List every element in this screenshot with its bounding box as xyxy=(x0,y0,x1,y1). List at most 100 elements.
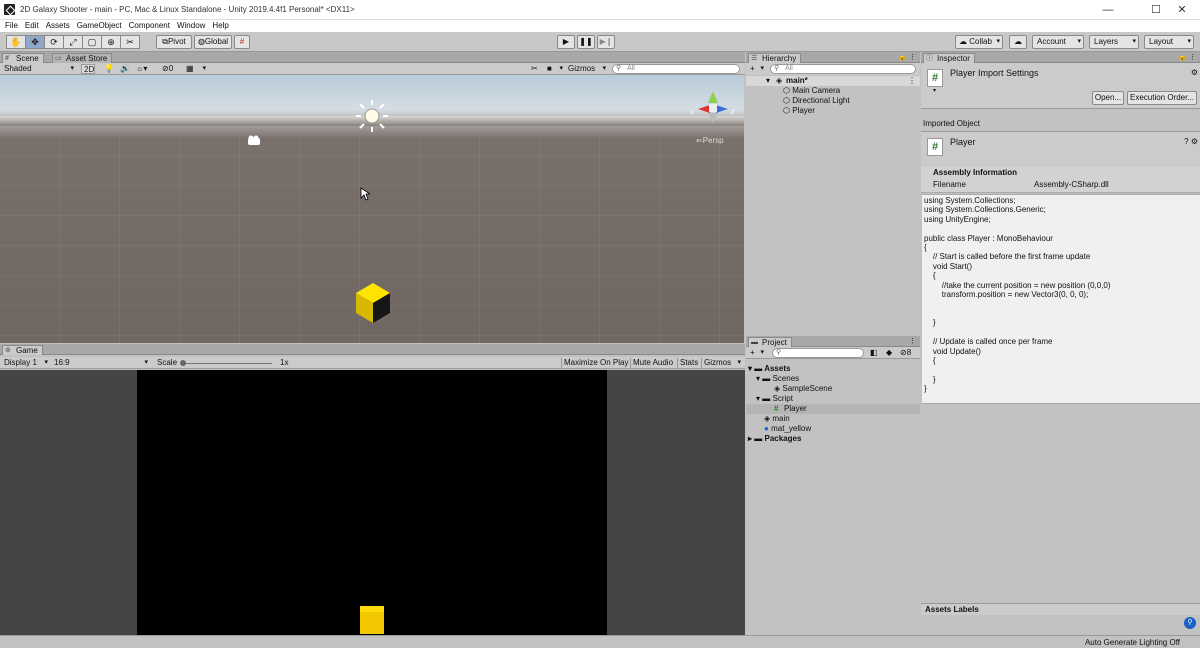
aspect-dropdown[interactable]: 16:9 xyxy=(52,358,150,368)
hierarchy-item-player[interactable]: ⬡ Player xyxy=(783,106,815,116)
help-settings-icons[interactable]: ? ⚙ xyxy=(1184,137,1198,146)
main-scene-item[interactable]: ◈ main xyxy=(764,414,790,424)
tab-asset-store[interactable]: ▭ Asset Store xyxy=(52,53,113,63)
2d-toggle[interactable]: 2D xyxy=(81,64,95,74)
hierarchy-menu-icon[interactable]: 🔒 ⋮ xyxy=(898,53,916,61)
tab-game[interactable]: ⊚ Game xyxy=(2,345,43,355)
menu-gameobject[interactable]: GameObject xyxy=(77,20,122,32)
maximize-on-play-toggle[interactable]: Maximize On Play xyxy=(561,358,630,368)
open-button[interactable]: Open... xyxy=(1092,91,1124,105)
layout-dropdown[interactable]: Layout xyxy=(1144,35,1194,49)
play-button[interactable]: ▶ xyxy=(557,35,575,49)
hand-tool-icon[interactable]: ✋ xyxy=(6,35,26,49)
custom-tool-icon[interactable]: ✂ xyxy=(120,35,140,49)
gameobject-icon: ⬡ xyxy=(783,86,790,95)
execution-order-button[interactable]: Execution Order... xyxy=(1127,91,1197,105)
scale-slider[interactable] xyxy=(180,358,275,368)
camera-dropdown[interactable]: ■ xyxy=(545,64,565,74)
gizmos-dropdown[interactable]: Gizmos xyxy=(566,64,608,74)
sample-scene-item[interactable]: ◈ SampleScene xyxy=(774,384,832,394)
assets-folder[interactable]: ▾ ▬ Assets xyxy=(748,364,790,374)
settings-gear-icon[interactable]: ⚙ xyxy=(1191,68,1198,77)
script-folder[interactable]: ▾ ▬ Script xyxy=(756,394,793,404)
project-toolbar: + ⚲ ◧ ◆ ⊘8 xyxy=(746,347,920,359)
hierarchy-search-input[interactable]: ⚲ All xyxy=(770,64,916,74)
hierarchy-icon: ☰ xyxy=(751,55,758,62)
game-view[interactable] xyxy=(0,370,745,648)
packages-folder[interactable]: ▸ ▬ Packages xyxy=(748,434,801,444)
pivot-button[interactable]: ⧉Pivot xyxy=(156,35,192,49)
step-button[interactable]: ▶❙ xyxy=(597,35,615,49)
transform-tool-icon[interactable]: ⊕ xyxy=(101,35,121,49)
lighting-toggle-icon[interactable]: 💡 xyxy=(102,64,116,74)
project-tree: ▾ ▬ Assets ▾ ▬ Scenes ◈ SampleScene ▾ ▬ … xyxy=(746,363,920,648)
game-gizmos-dropdown[interactable]: Gizmos xyxy=(701,358,743,368)
scenes-folder[interactable]: ▾ ▬ Scenes xyxy=(756,374,799,384)
menu-component[interactable]: Component xyxy=(129,20,170,32)
tab-scene[interactable]: # Scene xyxy=(2,53,44,63)
scene-tools-icon[interactable]: ✂ xyxy=(529,64,540,74)
asset-bundle-icon[interactable]: ⚲ xyxy=(1184,617,1196,629)
project-menu-icon[interactable]: ⋮ xyxy=(909,337,916,345)
close-icon[interactable]: ✕ xyxy=(1164,0,1200,20)
audio-toggle-icon[interactable]: 🔊 xyxy=(118,64,132,74)
globe-icon: ◍ xyxy=(197,37,205,46)
rect-tool-icon[interactable]: ▢ xyxy=(82,35,102,49)
folder-icon: ▬ xyxy=(762,374,771,383)
tab-project[interactable]: ▬ Project xyxy=(748,337,792,347)
project-create-button[interactable]: + xyxy=(748,348,766,358)
mute-audio-toggle[interactable]: Mute Audio xyxy=(630,358,675,368)
header-dropdown-icon[interactable]: ▾ xyxy=(933,87,936,94)
hierarchy-item-main-camera[interactable]: ⬡ Main Camera xyxy=(783,86,840,96)
assets-label: Assets xyxy=(764,364,791,373)
play-icon: ▶ xyxy=(562,37,570,46)
menu-file[interactable]: File xyxy=(5,20,18,32)
hierarchy-panel: ☰ Hierarchy 🔒 ⋮ + ⚲ All ▾ ◈ main* ⋮ ⬡ Main… xyxy=(746,52,920,335)
account-dropdown[interactable]: Account xyxy=(1032,35,1084,49)
auto-lighting-status[interactable]: Auto Generate Lighting Off xyxy=(1085,638,1180,647)
scene-viewport[interactable]: x z ⇐Persp xyxy=(0,75,744,343)
filter-by-type-icon[interactable]: ◧ xyxy=(868,348,880,358)
hierarchy-create-button[interactable]: + xyxy=(748,64,766,74)
scene-tabstrip: # Scene ▭ Asset Store xyxy=(0,52,745,63)
orientation-gizmo[interactable]: x z xyxy=(688,87,738,129)
shading-label: Shaded xyxy=(4,64,32,73)
menu-edit[interactable]: Edit xyxy=(25,20,39,32)
expand-arrow-icon: ▾ xyxy=(756,374,761,383)
mat-yellow-item[interactable]: ● mat_yellow xyxy=(764,424,811,434)
shading-dropdown[interactable]: Shaded xyxy=(2,64,76,74)
hierarchy-item-directional-light[interactable]: ⬡ Directional Light xyxy=(783,96,850,106)
scale-slider-handle[interactable] xyxy=(180,360,186,366)
scene-search-input[interactable]: ⚲ All xyxy=(612,64,740,74)
hidden-objects-toggle[interactable]: ⊘0 xyxy=(160,64,175,74)
stats-toggle[interactable]: Stats xyxy=(677,358,700,368)
minimize-icon[interactable]: — xyxy=(1090,0,1126,20)
scene-row[interactable]: ▾ ◈ main* ⋮ xyxy=(746,76,920,86)
inspector-lock-icon[interactable]: 🔒 ⋮ xyxy=(1178,53,1196,61)
pause-button[interactable]: ❚❚ xyxy=(577,35,595,49)
scene-menu-icon[interactable]: ⋮ xyxy=(908,76,916,86)
rotate-tool-icon[interactable]: ⟳ xyxy=(44,35,64,49)
project-search-input[interactable]: ⚲ xyxy=(772,348,864,358)
hidden-packages-toggle[interactable]: ⊘8 xyxy=(898,348,913,358)
tab-inspector[interactable]: ⓘ Inspector xyxy=(923,53,975,63)
layers-dropdown[interactable]: Layers xyxy=(1089,35,1139,49)
cloud-button[interactable]: ☁ xyxy=(1009,35,1027,49)
move-tool-icon[interactable]: ✥ xyxy=(25,35,45,49)
menu-window[interactable]: Window xyxy=(177,20,205,32)
snap-button[interactable]: # xyxy=(234,35,250,49)
collab-dropdown[interactable]: ☁ Collab xyxy=(955,35,1003,49)
status-bar: Auto Generate Lighting Off xyxy=(0,635,1200,648)
scale-tool-icon[interactable]: ⤢ xyxy=(63,35,83,49)
tab-hierarchy[interactable]: ☰ Hierarchy xyxy=(748,53,802,63)
player-script-item[interactable]: # Player xyxy=(746,404,920,414)
grid-dropdown[interactable]: ▦ xyxy=(184,64,208,74)
menu-assets[interactable]: Assets xyxy=(46,20,70,32)
display-dropdown[interactable]: Display 1 xyxy=(2,358,50,368)
global-button[interactable]: ◍Global xyxy=(194,35,232,49)
persp-label[interactable]: ⇐Persp xyxy=(696,136,724,145)
player-cube[interactable] xyxy=(354,281,392,325)
filter-by-label-icon[interactable]: ◆ xyxy=(884,348,894,358)
effects-dropdown-icon[interactable]: ☼▾ xyxy=(134,64,149,74)
menu-help[interactable]: Help xyxy=(212,20,228,32)
